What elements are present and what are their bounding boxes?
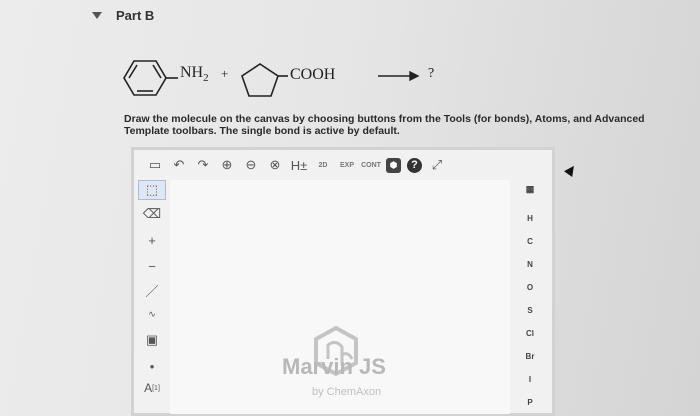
new-document-icon[interactable]: ▭: [146, 156, 164, 174]
marvin-editor[interactable]: ▭ ↶ ↷ ⊕ ⊖ ⊗ H± 2D EXP CONT ⬢ ? ⤢ ⬚ ⌫ + −…: [131, 147, 555, 416]
atom-button-c[interactable]: C: [514, 237, 546, 246]
atom-button-br[interactable]: Br: [514, 352, 546, 361]
atom-button-i[interactable]: I: [514, 375, 546, 384]
chain-tool-icon[interactable]: ∿: [138, 304, 166, 324]
cyclopentane-ring: [241, 63, 288, 97]
atom-button-h[interactable]: H: [514, 214, 546, 223]
fullscreen-icon[interactable]: ⤢: [428, 156, 446, 174]
atom-button-p[interactable]: P: [514, 398, 546, 407]
instructions-text: Draw the molecule on the canvas by choos…: [124, 113, 645, 137]
electron-dot-icon[interactable]: •: [138, 356, 166, 376]
reaction-arrow: [378, 70, 420, 82]
settings-icon[interactable]: ⬢: [386, 157, 401, 173]
undo-icon[interactable]: ↶: [170, 156, 188, 174]
expand-button[interactable]: EXP: [338, 156, 356, 174]
drawing-canvas[interactable]: Marvin JS by ChemAxon: [170, 180, 510, 414]
clean-2d-button[interactable]: 2D: [314, 156, 332, 174]
zoom-out-icon[interactable]: ⊖: [242, 156, 260, 174]
atom-label-tool[interactable]: A [1]: [138, 378, 166, 398]
help-button[interactable]: ?: [407, 157, 422, 173]
plus-sign: +: [221, 66, 229, 81]
bracket-tool-icon[interactable]: ▣: [138, 330, 166, 350]
chemaxon-logo-text: by ChemAxon: [312, 386, 382, 398]
left-toolbar: ⬚ ⌫ + − ／ ∿ ▣ • A [1]: [138, 180, 168, 410]
reaction-scheme: NH2 + COOH ?: [118, 48, 458, 106]
atom-button-o[interactable]: O: [514, 283, 546, 292]
mouse-cursor-icon: [564, 163, 578, 177]
collapse-caret-icon[interactable]: [92, 12, 102, 19]
amine-label: NH2: [180, 64, 209, 85]
benzene-ring: [123, 60, 178, 96]
increase-charge-button[interactable]: +: [138, 230, 166, 250]
product-placeholder: ?: [428, 66, 435, 81]
zoom-in-icon[interactable]: ⊕: [218, 156, 236, 174]
add-hydrogens-button[interactable]: H±: [290, 156, 308, 174]
selection-tool-icon[interactable]: ⬚: [138, 180, 166, 200]
clear-icon[interactable]: ⊗: [266, 156, 284, 174]
top-toolbar: ▭ ↶ ↷ ⊕ ⊖ ⊗ H± 2D EXP CONT ⬢ ? ⤢: [146, 154, 446, 176]
contract-button[interactable]: CONT: [361, 156, 381, 174]
part-title: Part B: [116, 8, 155, 23]
part-header[interactable]: Part B: [92, 8, 154, 23]
redo-icon[interactable]: ↷: [194, 156, 212, 174]
atom-button-s[interactable]: S: [514, 306, 546, 315]
atoms-toolbar: ▦ H C N O S Cl Br I P: [514, 184, 546, 416]
atom-button-n[interactable]: N: [514, 260, 546, 269]
marvin-logo-text: Marvin JS: [282, 354, 386, 379]
reaction-structures: [123, 60, 420, 97]
decrease-charge-button[interactable]: −: [138, 256, 166, 276]
periodic-table-icon[interactable]: ▦: [514, 184, 546, 195]
eraser-icon[interactable]: ⌫: [138, 204, 166, 224]
atom-button-cl[interactable]: Cl: [514, 329, 546, 338]
carboxyl-label: COOH: [290, 66, 336, 83]
single-bond-icon[interactable]: ／: [138, 280, 166, 300]
